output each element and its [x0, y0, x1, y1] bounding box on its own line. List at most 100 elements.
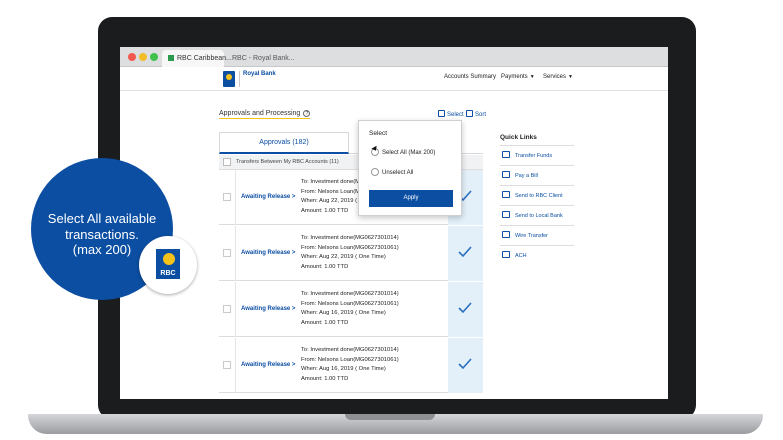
table-row[interactable]: Awaiting Release > To: Investment done(M…: [219, 338, 483, 393]
chevron-down-icon: ▼: [568, 74, 573, 80]
selected-column[interactable]: [448, 282, 483, 337]
row-details: To: Investment done(MG0627301014) From: …: [301, 346, 399, 384]
radio-icon[interactable]: [371, 168, 379, 176]
browser-tab-label: RBC - Royal Bank...: [232, 55, 295, 62]
quick-link-label: Wire Transfer: [515, 233, 549, 239]
checkmark-icon: [458, 302, 472, 314]
callout-line: Select All available: [47, 211, 157, 226]
selected-column[interactable]: [448, 226, 483, 281]
rbc-badge: RBC: [139, 236, 197, 294]
quick-link-label: Send to RBC Client: [515, 193, 563, 199]
quick-links-title: Quick Links: [500, 134, 537, 141]
browser-tab-active[interactable]: RBC Caribbean...: [162, 50, 232, 67]
group-header-label: Transfers Between My RBC Accounts (11): [236, 159, 339, 165]
nav-services-label: Services: [543, 74, 567, 80]
row-to: To: Investment done(MG0627301014): [301, 291, 399, 297]
unselect-all-option[interactable]: Unselect All: [371, 168, 413, 176]
table-row[interactable]: Awaiting Release > To: Investment done(M…: [219, 226, 483, 281]
row-when: When: Aug 16, 2019 ( One Time): [301, 366, 386, 373]
select-all-option[interactable]: Select All (Max 200): [371, 148, 435, 156]
quick-link-ach[interactable]: ACH: [500, 245, 574, 265]
help-icon[interactable]: ?: [303, 110, 311, 117]
close-window-icon[interactable]: [128, 53, 136, 61]
browser-tab[interactable]: RBC - Royal Bank...: [226, 50, 295, 67]
rbc-badge-text: RBC: [160, 270, 176, 277]
chevron-down-icon: ▼: [529, 74, 535, 80]
row-checkbox[interactable]: [223, 305, 231, 313]
table-row[interactable]: Awaiting Release > To: Investment done(M…: [219, 282, 483, 337]
callout-line: transactions.: [65, 226, 139, 242]
apply-button[interactable]: Apply: [369, 190, 453, 207]
send-icon: [502, 191, 510, 198]
browser-tab-bar: RBC Caribbean... RBC - Royal Bank...: [120, 47, 668, 67]
wire-icon: [502, 231, 510, 238]
quick-link-label: Transfer Funds: [515, 153, 553, 159]
sort-icon: [466, 110, 473, 117]
select-dropdown: Select Select All (Max 200) Unselect All…: [358, 120, 462, 216]
quick-link-label: Pay a Bill: [515, 173, 538, 179]
row-to: To: Investment done(MG0627301014): [301, 347, 399, 353]
page-title: Approvals and Processing?: [219, 110, 311, 119]
transfer-icon: [502, 151, 510, 158]
row-amount: Amount: 1.00 TTD: [301, 263, 349, 270]
row-divider: [235, 338, 236, 393]
status-link[interactable]: Awaiting Release >: [241, 250, 295, 256]
ach-icon: [502, 251, 510, 258]
nav-services[interactable]: Services ▼: [543, 74, 573, 80]
send-icon: [502, 211, 510, 218]
row-from: From: Nelsons Loan(MG0627301061): [301, 300, 399, 307]
row-from: From: Nelsons Loan(MG0627301061): [301, 356, 399, 363]
quick-link-send-local-bank[interactable]: Send to Local Bank: [500, 205, 574, 225]
row-divider: [235, 282, 236, 337]
quick-link-pay-bill[interactable]: Pay a Bill: [500, 165, 574, 185]
row-divider: [235, 226, 236, 281]
row-to: To: Investment done(MG0627301014): [301, 235, 399, 241]
sort-button[interactable]: Sort: [466, 110, 486, 118]
status-link[interactable]: Awaiting Release >: [241, 306, 295, 312]
row-when: When: Aug 16, 2019 ( One Time): [301, 310, 386, 317]
nav-payments[interactable]: Payments ▼: [501, 74, 535, 80]
row-from: From: Nelsons Loan(MG0627301061): [301, 244, 399, 251]
rbc-logo-icon[interactable]: [223, 71, 235, 87]
row-when: When: Aug 22, 2019 ( One Time): [301, 254, 386, 261]
page-title-text: Approvals and Processing: [219, 110, 301, 117]
select-all-label: Select All (Max 200): [382, 150, 436, 156]
bank-name: Royal Bank: [239, 71, 276, 87]
quick-link-transfer-funds[interactable]: Transfer Funds: [500, 145, 574, 165]
quick-link-label: Send to Local Bank: [515, 213, 563, 219]
status-link[interactable]: Awaiting Release >: [241, 362, 295, 368]
checkmark-icon: [458, 246, 472, 258]
row-checkbox[interactable]: [223, 249, 231, 257]
laptop-notch: [345, 414, 435, 420]
selected-column[interactable]: [448, 338, 483, 393]
quick-link-wire-transfer[interactable]: Wire Transfer: [500, 225, 574, 245]
select-button-label: Select: [447, 112, 464, 118]
tab-approvals[interactable]: Approvals (182): [219, 132, 349, 154]
select-icon: [438, 110, 445, 117]
row-details: To: Investment done(MG0627301014) From: …: [301, 234, 399, 272]
status-link[interactable]: Awaiting Release >: [241, 194, 295, 200]
select-dropdown-title: Select: [369, 130, 388, 137]
rbc-shield-icon: RBC: [155, 248, 181, 280]
lion-icon: [163, 253, 175, 265]
row-amount: Amount: 1.00 TTD: [301, 375, 349, 382]
unselect-all-label: Unselect All: [382, 170, 414, 176]
quick-link-send-rbc[interactable]: Send to RBC Client: [500, 185, 574, 205]
maximize-window-icon[interactable]: [150, 53, 158, 61]
row-checkbox[interactable]: [223, 193, 231, 201]
nav-payments-label: Payments: [501, 74, 528, 80]
screen: RBC Caribbean... RBC - Royal Bank... Roy…: [120, 47, 668, 399]
group-checkbox[interactable]: [223, 158, 231, 166]
row-checkbox[interactable]: [223, 361, 231, 369]
browser-tab-label: RBC Caribbean...: [177, 55, 232, 62]
row-divider: [235, 170, 236, 225]
bank-header: Royal Bank Accounts Summary Payments ▼ Se…: [120, 67, 668, 91]
bill-icon: [502, 171, 510, 178]
nav-accounts-summary[interactable]: Accounts Summary: [444, 74, 496, 80]
row-amount: Amount: 1.00 TTD: [301, 319, 349, 326]
checkmark-icon: [458, 358, 472, 370]
select-button[interactable]: Select: [438, 110, 464, 118]
sort-button-label: Sort: [475, 112, 487, 118]
minimize-window-icon[interactable]: [139, 53, 147, 61]
favicon-icon: [168, 55, 174, 61]
